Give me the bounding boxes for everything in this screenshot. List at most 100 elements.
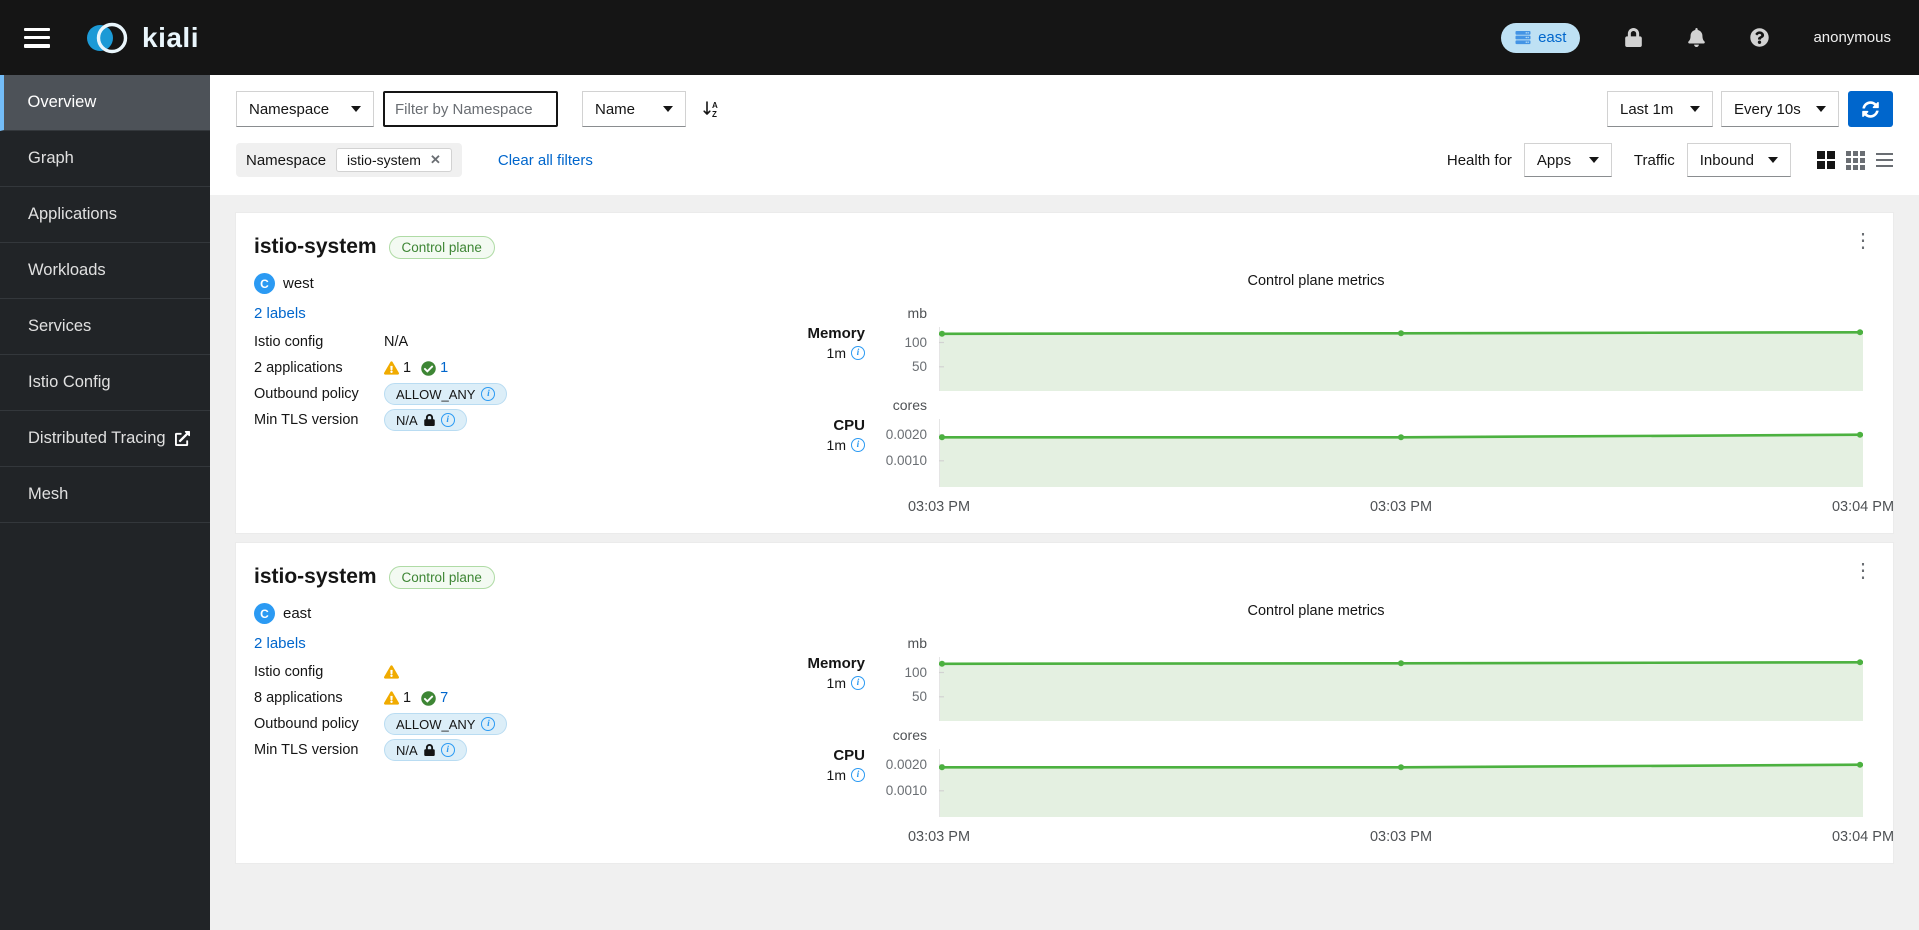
info-icon[interactable]: i	[851, 346, 865, 360]
min-tls-pill[interactable]: N/A i	[384, 409, 467, 431]
control-plane-metrics: Control plane metrics Memory 1m i mb 100 5…	[769, 273, 1894, 519]
memory-area-chart[interactable]	[938, 657, 1864, 721]
metric-window: 1m	[826, 767, 846, 783]
cpu-unit-label: cores	[892, 397, 927, 413]
warning-count[interactable]: 1	[403, 360, 411, 376]
expanded-view-icon[interactable]	[1846, 150, 1865, 170]
metric-window: 1m	[826, 675, 846, 691]
cluster-name: east	[283, 605, 312, 622]
username[interactable]: anonymous	[1813, 29, 1891, 46]
sidebar-nav: Overview Graph Applications Workloads Se…	[0, 75, 210, 930]
sidebar-item-applications[interactable]: Applications	[0, 187, 210, 243]
chevron-down-icon	[351, 106, 361, 112]
time-tick: 03:03 PM	[1369, 829, 1433, 845]
memory-unit-label: mb	[907, 305, 927, 321]
time-tick: 03:03 PM	[907, 829, 971, 845]
warning-icon[interactable]	[384, 665, 399, 679]
health-for-value: Apps	[1536, 151, 1572, 169]
card-kebab-menu[interactable]: ⋮	[1853, 561, 1873, 581]
info-icon[interactable]: i	[851, 768, 865, 782]
cpu-area-chart[interactable]	[939, 749, 1864, 817]
cpu-metric-label: CPU	[833, 747, 865, 764]
applications-label: 8 applications	[254, 690, 343, 706]
main-content: Namespace Name A Z Last 1m Every 10s	[210, 75, 1919, 930]
health-for-select[interactable]: Apps	[1523, 143, 1612, 177]
refresh-interval-value: Every 10s	[1734, 100, 1801, 118]
duration-value: Last 1m	[1620, 100, 1674, 118]
istio-config-value: N/A	[384, 334, 409, 350]
clear-all-filters-link[interactable]: Clear all filters	[498, 152, 593, 169]
sidebar-item-label: Overview	[27, 93, 97, 111]
info-icon[interactable]: i	[440, 743, 455, 757]
chip-value: istio-system	[347, 152, 421, 168]
cpu-y-axis: 0.0020 0.0010	[885, 756, 927, 798]
cluster-icon: C	[254, 603, 275, 624]
filter-type-select[interactable]: Namespace	[236, 91, 374, 127]
outbound-policy-pill[interactable]: ALLOW_ANY i	[384, 383, 508, 405]
notifications-bell-icon[interactable]	[1687, 28, 1706, 47]
refresh-interval-select[interactable]: Every 10s	[1721, 91, 1839, 127]
info-icon[interactable]: i	[440, 413, 455, 427]
sidebar-item-label: Mesh	[28, 485, 69, 503]
healthy-count[interactable]: 7	[440, 690, 448, 706]
labels-link[interactable]: 2 labels	[254, 305, 306, 322]
sort-by-select[interactable]: Name	[582, 91, 686, 127]
sort-direction-button[interactable]: A Z	[702, 100, 720, 118]
warning-icon[interactable]	[384, 361, 399, 375]
metrics-title: Control plane metrics	[1247, 273, 1385, 289]
card-kebab-menu[interactable]: ⋮	[1853, 231, 1873, 251]
metric-window: 1m	[826, 345, 846, 361]
compact-view-icon[interactable]	[1817, 151, 1835, 169]
info-icon[interactable]: i	[851, 438, 865, 452]
sidebar-item-mesh[interactable]: Mesh	[0, 467, 210, 523]
menu-toggle-icon[interactable]	[24, 27, 50, 48]
healthy-icon[interactable]	[421, 690, 436, 706]
memory-metric-label: Memory	[807, 655, 865, 672]
list-view-icon[interactable]	[1876, 152, 1893, 168]
info-icon[interactable]: i	[481, 387, 496, 401]
namespace-filter-input[interactable]	[383, 91, 558, 127]
outbound-policy-pill[interactable]: ALLOW_ANY i	[384, 713, 508, 735]
labels-link[interactable]: 2 labels	[254, 635, 306, 652]
namespace-title[interactable]: istio-system	[254, 565, 377, 589]
refresh-button[interactable]	[1848, 91, 1893, 127]
istio-config-label: Istio config	[254, 334, 324, 350]
chevron-down-icon	[1768, 157, 1778, 163]
info-icon[interactable]: i	[481, 717, 496, 731]
control-plane-metrics: Control plane metrics Memory 1m i mb 100 5…	[769, 603, 1894, 849]
help-icon[interactable]	[1750, 28, 1770, 47]
info-icon[interactable]: i	[851, 676, 865, 690]
cluster-name: west	[283, 275, 314, 292]
cpu-area-chart[interactable]	[939, 419, 1864, 487]
chip-close-icon[interactable]: ✕	[430, 152, 441, 168]
lock-icon[interactable]	[1624, 28, 1643, 47]
sidebar-item-services[interactable]: Services	[0, 299, 210, 355]
sidebar-item-distributed-tracing[interactable]: Distributed Tracing	[0, 411, 210, 467]
namespace-title[interactable]: istio-system	[254, 235, 377, 259]
outbound-policy-value: ALLOW_ANY	[396, 716, 476, 732]
kiali-logo-icon	[87, 22, 128, 53]
metric-window: 1m	[826, 437, 846, 453]
time-axis: 03:03 PM 03:03 PM 03:04 PM	[769, 493, 1894, 519]
warning-icon[interactable]	[384, 691, 399, 705]
sidebar-item-overview[interactable]: Overview	[0, 75, 210, 131]
healthy-icon[interactable]	[421, 360, 436, 376]
outbound-policy-value: ALLOW_ANY	[396, 386, 476, 402]
sidebar-item-label: Distributed Tracing	[28, 429, 166, 447]
sidebar-item-label: Graph	[28, 149, 74, 167]
chevron-down-icon	[1588, 157, 1599, 163]
warning-count[interactable]: 1	[403, 690, 411, 706]
metrics-title: Control plane metrics	[1247, 603, 1385, 619]
healthy-count[interactable]: 1	[440, 360, 448, 376]
duration-select[interactable]: Last 1m	[1607, 91, 1713, 127]
traffic-select[interactable]: Inbound	[1686, 143, 1791, 177]
sidebar-item-istio-config[interactable]: Istio Config	[0, 355, 210, 411]
min-tls-pill[interactable]: N/A i	[384, 739, 467, 761]
memory-area-chart[interactable]	[938, 327, 1864, 391]
overview-cards: ⋮ istio-system Control plane C west 2 la…	[210, 195, 1919, 864]
control-plane-badge: Control plane	[388, 565, 495, 589]
sidebar-item-workloads[interactable]: Workloads	[0, 243, 210, 299]
sidebar-item-graph[interactable]: Graph	[0, 131, 210, 187]
cluster-badge[interactable]: east	[1501, 22, 1581, 53]
kiali-logo: kiali	[86, 19, 199, 57]
